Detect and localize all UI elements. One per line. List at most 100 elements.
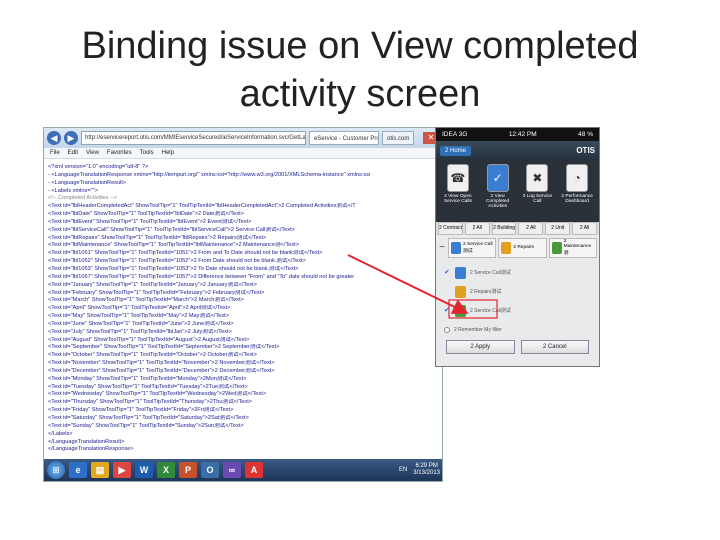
category-service-call[interactable]: 2 Service Call测试 bbox=[448, 237, 497, 258]
maintenance-icon bbox=[551, 241, 562, 254]
language-indicator[interactable]: EN bbox=[399, 467, 407, 473]
slide-title-line-2: activity screen bbox=[239, 73, 481, 115]
visual-studio-icon[interactable]: ∞ bbox=[223, 462, 241, 478]
xml-line: - <Labels xmlns=""> bbox=[48, 187, 98, 194]
menu-edit[interactable]: Edit bbox=[68, 148, 78, 158]
remember-label: 2 Remember My filter bbox=[454, 327, 502, 333]
xml-line: <Text id="Sunday" ShowToolTip="1" ToolTi… bbox=[48, 422, 244, 429]
xml-line: <Text id="September" ShowToolTip="1" Too… bbox=[48, 344, 280, 351]
browser-window: ◀ ▶ http://eservicereport.otis.com/MMIEs… bbox=[43, 127, 443, 482]
collapse-icon[interactable]: − bbox=[438, 242, 446, 253]
tab-contract-all[interactable]: 2 All bbox=[464, 222, 490, 235]
tab-building[interactable]: 2 Building bbox=[491, 222, 517, 235]
acrobat-icon[interactable]: A bbox=[245, 462, 263, 478]
repairs-icon bbox=[455, 285, 466, 298]
xml-line: <Text id="lbl1052" ShowToolTip="1" ToolT… bbox=[48, 258, 306, 265]
xml-line: <Text id="lbl1053" ShowToolTip="1" ToolT… bbox=[48, 265, 299, 272]
xml-line: <Text id="November" ShowToolTip="1" Tool… bbox=[48, 360, 275, 367]
tile-label: 2 Performance Dashboard bbox=[561, 194, 593, 205]
forward-icon[interactable]: ▶ bbox=[64, 131, 78, 145]
tile-view-completed-activities[interactable]: ✓ 2 View Completed Activities bbox=[479, 164, 517, 218]
tab-unit[interactable]: 2 Unit bbox=[545, 222, 571, 235]
tile-log-service-call[interactable]: ✖ 2 Log Service Call bbox=[519, 164, 557, 218]
filter-item-repairs[interactable]: 2 Repairs测试 bbox=[444, 282, 591, 301]
xml-line: <Text id="lblEvent" ShowToolTip="1" Tool… bbox=[48, 218, 252, 225]
menu-view[interactable]: View bbox=[86, 148, 99, 158]
completed-list-icon: ✓ bbox=[486, 164, 509, 192]
cancel-button[interactable]: 2 Cancel bbox=[520, 340, 589, 354]
slide-title-line-1: Binding issue on View completed bbox=[81, 25, 639, 67]
phone-header: 2 Home OTIS bbox=[436, 141, 599, 160]
clock-date: 3/13/2013 bbox=[413, 470, 440, 476]
xml-line: <Text id="lbl1057" ShowToolTip="1" ToolT… bbox=[48, 273, 355, 280]
apply-button[interactable]: 2 Apply bbox=[446, 340, 515, 354]
xml-line: <Text id="lblDate" ShowToolTip="1" ToolT… bbox=[48, 211, 244, 218]
button-row: 2 Apply 2 Cancel bbox=[436, 337, 599, 357]
filter-item-label: 2 Service Call测试 bbox=[470, 308, 511, 314]
back-icon[interactable]: ◀ bbox=[47, 131, 61, 145]
category-row: − 2 Service Call测试 2 Repairs 2 Maintenan… bbox=[436, 235, 599, 260]
menu-favorites[interactable]: Favorites bbox=[107, 148, 132, 158]
word-icon[interactable]: W bbox=[135, 462, 153, 478]
xml-line: <Text id="lblServiceCall" ShowToolTip="1… bbox=[48, 226, 295, 233]
remember-filter[interactable]: 2 Remember My filter bbox=[436, 323, 599, 337]
battery-label: 48 % bbox=[578, 131, 593, 138]
category-maintenance[interactable]: 2 Maintenance 测 bbox=[548, 237, 597, 258]
xml-line: <!-- Completed Activities --> bbox=[48, 195, 118, 202]
tile-performance-dashboard[interactable]: ◔ 2 Performance Dashboard bbox=[558, 164, 596, 218]
ie-icon[interactable]: e bbox=[69, 462, 87, 478]
maintenance-icon bbox=[455, 304, 466, 317]
xml-line: <Text id="December" ShowToolTip="1" Tool… bbox=[48, 367, 275, 374]
phone-tiles: ☎ 2 View Open Service Calls ✓ 2 View Com… bbox=[436, 160, 599, 222]
xml-line: <Text id="Wednesday" ShowToolTip="1" Too… bbox=[48, 391, 267, 398]
phone-list-icon: ☎ bbox=[446, 164, 469, 192]
system-tray: EN 6:29 PM 3/13/2013 bbox=[399, 463, 442, 477]
folder-icon[interactable]: ▤ bbox=[91, 462, 109, 478]
media-icon[interactable]: ▶ bbox=[113, 462, 131, 478]
xml-line: <Text id="June" ShowToolTip="1" ToolTipT… bbox=[48, 320, 234, 327]
powerpoint-icon[interactable]: P bbox=[179, 462, 197, 478]
check-icon: ✔ bbox=[444, 307, 450, 314]
xml-line: <Text id="Monday" ShowToolTip="1" ToolTi… bbox=[48, 375, 247, 382]
tab-building-all[interactable]: 2 All bbox=[518, 222, 544, 235]
xml-line: <Text id="January" ShowToolTip="1" ToolT… bbox=[48, 281, 257, 288]
xml-content: <?xml version="1.0" encoding="utf-8" ?> -… bbox=[44, 160, 442, 460]
tile-view-open-service-calls[interactable]: ☎ 2 View Open Service Calls bbox=[439, 164, 477, 218]
clock[interactable]: 6:29 PM 3/13/2013 bbox=[413, 463, 440, 477]
remember-radio[interactable] bbox=[444, 327, 450, 333]
xml-line: <Text id="February" ShowToolTip="1" Tool… bbox=[48, 289, 265, 296]
tab-unit-all[interactable]: 2 All bbox=[572, 222, 597, 235]
tools-icon: ✖ bbox=[526, 164, 549, 192]
tab-contract[interactable]: 2 Contract bbox=[438, 222, 463, 235]
browser-tab-2[interactable]: otis.com bbox=[382, 131, 415, 145]
outlook-icon[interactable]: O bbox=[201, 462, 219, 478]
phone-status-bar: IDEA 3G 12:42 PM 48 % bbox=[436, 128, 599, 141]
xml-line: <Text id="lblHeaderCompletedAct" ShowToo… bbox=[48, 203, 356, 210]
xml-line: <Text id="July" ShowToolTip="1" ToolTipT… bbox=[48, 328, 232, 335]
start-icon[interactable]: ⊞ bbox=[47, 461, 65, 479]
category-repairs[interactable]: 2 Repairs bbox=[498, 237, 547, 258]
gauge-icon: ◔ bbox=[566, 164, 589, 192]
browser-tab-1[interactable]: eService - Customer Profile bbox=[309, 131, 379, 145]
clock-time: 6:29 PM bbox=[415, 463, 438, 469]
menu-help[interactable]: Help bbox=[162, 148, 174, 158]
home-button[interactable]: 2 Home bbox=[440, 145, 472, 156]
xml-line: <Text id="Tuesday" ShowToolTip="1" ToolT… bbox=[48, 383, 248, 390]
menu-tools[interactable]: Tools bbox=[140, 148, 154, 158]
xml-line: <Text id="May" ShowToolTip="1" ToolTipTe… bbox=[48, 313, 229, 320]
address-bar[interactable]: http://eservicereport.otis.com/MMIEservi… bbox=[81, 131, 306, 145]
xml-line: </LanguageTranslationResponse> bbox=[48, 446, 134, 453]
filter-item-label: 2 Service Call测试 bbox=[470, 270, 511, 276]
xml-line: <Text id="lbl1051" ShowToolTip="1" ToolT… bbox=[48, 250, 323, 257]
filter-tabs: 2 Contract 2 All 2 Building 2 All 2 Unit… bbox=[436, 222, 599, 235]
menu-file[interactable]: File bbox=[50, 148, 60, 158]
excel-icon[interactable]: X bbox=[157, 462, 175, 478]
xml-line: </LanguageTranslationResult> bbox=[48, 438, 125, 445]
category-label: 2 Service Call测试 bbox=[463, 241, 493, 254]
service-call-icon bbox=[451, 241, 461, 254]
filter-item-service-call[interactable]: ✔ 2 Service Call测试 bbox=[444, 263, 591, 282]
tile-label: 2 View Open Service Calls bbox=[443, 194, 472, 205]
filter-item-maintenance[interactable]: ✔ 2 Service Call测试 bbox=[444, 301, 591, 320]
xml-line: <Text id="Thursday" ShowToolTip="1" Tool… bbox=[48, 399, 253, 406]
xml-line: - <LanguageTranslationResponse xmlns="ht… bbox=[48, 171, 371, 178]
